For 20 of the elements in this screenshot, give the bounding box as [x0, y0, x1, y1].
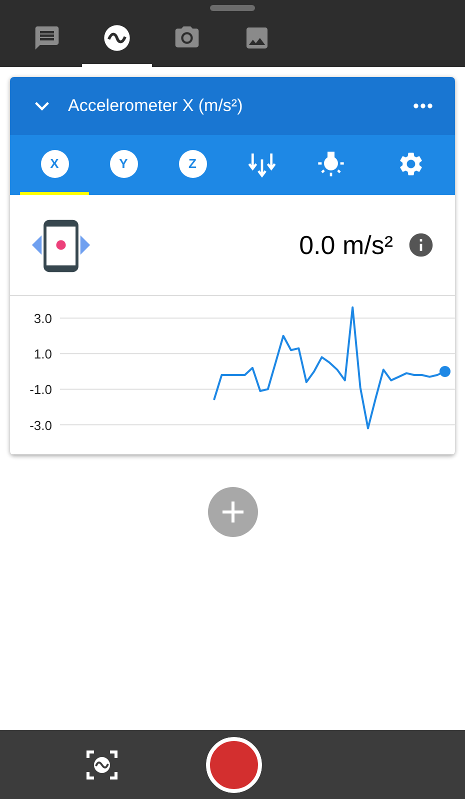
- info-icon[interactable]: [407, 231, 435, 259]
- snapshot-icon[interactable]: [86, 748, 118, 780]
- current-point: [440, 366, 450, 377]
- wave-icon: [103, 24, 131, 52]
- axis-label: 1.0: [34, 346, 52, 362]
- z-axis-icon: Z: [178, 150, 206, 178]
- sensor-tab[interactable]: Y: [89, 135, 158, 195]
- axis-label: 3.0: [34, 311, 52, 326]
- sensor-tab[interactable]: Z: [158, 135, 227, 195]
- sensor-reading: 0.0 m/s²: [299, 228, 393, 262]
- axis-label: -3.0: [30, 418, 52, 433]
- drag-handle[interactable]: [210, 5, 255, 11]
- sensor-tab[interactable]: X: [20, 135, 89, 195]
- card-title: Accelerometer X (m/s²): [68, 95, 244, 118]
- add-button[interactable]: [208, 487, 258, 537]
- axis-label: -1.0: [30, 382, 52, 398]
- y-axis-icon: Y: [110, 150, 138, 178]
- x-axis-icon: X: [40, 150, 68, 178]
- message-icon: [33, 24, 61, 52]
- lightbulb-icon: [316, 150, 344, 178]
